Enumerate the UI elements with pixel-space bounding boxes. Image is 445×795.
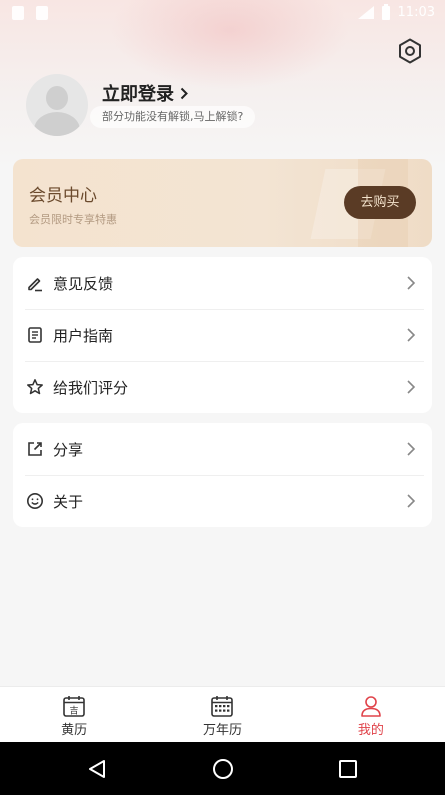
- user-icon: [361, 696, 381, 717]
- tab-perpetual-calendar[interactable]: 万年历: [148, 687, 296, 743]
- menu-item-label: 关于: [53, 492, 84, 511]
- guide-book-icon: [28, 327, 42, 343]
- chevron-right-icon: [407, 276, 416, 290]
- tab-label: 黄历: [61, 723, 88, 738]
- login-hint: 部分功能没有解锁,马上解锁?: [90, 106, 256, 128]
- android-navigation-bar: [0, 742, 445, 795]
- buy-button[interactable]: 去购买: [344, 186, 416, 219]
- chevron-right-icon: [407, 494, 416, 508]
- avatar[interactable]: [26, 74, 88, 136]
- recents-button[interactable]: [336, 757, 360, 781]
- member-title: 会员中心: [29, 186, 97, 206]
- menu-item-share[interactable]: 分享: [13, 423, 432, 475]
- home-circle-icon: [213, 759, 233, 779]
- tab-label: 万年历: [202, 723, 242, 738]
- avatar-head-shape: [46, 86, 68, 110]
- chevron-right-icon: [407, 442, 416, 456]
- member-subtitle: 会员限时专享特惠: [29, 213, 117, 226]
- menu-group-1: 意见反馈 用户指南 给我们评分: [13, 257, 432, 413]
- menu-item-feedback[interactable]: 意见反馈: [13, 257, 432, 309]
- notification-icons: [12, 6, 48, 20]
- menu-item-label: 分享: [53, 440, 84, 459]
- tab-mine[interactable]: 我的: [297, 687, 445, 743]
- tab-almanac[interactable]: 吉 黄历: [0, 687, 148, 743]
- star-icon: [27, 379, 43, 395]
- member-center-card[interactable]: 会员中心 会员限时专享特惠 去购买: [13, 159, 432, 247]
- chevron-right-icon: [407, 328, 416, 342]
- status-time: 11:03: [397, 5, 435, 20]
- menu-item-label: 意见反馈: [53, 274, 114, 293]
- menu-item-label: 给我们评分: [53, 378, 129, 397]
- settings-hexagon-icon: [399, 38, 421, 64]
- back-triangle-icon: [89, 760, 105, 778]
- settings-button[interactable]: [396, 37, 424, 65]
- login-link[interactable]: 立即登录: [102, 80, 188, 106]
- sim-card-icon: [12, 6, 24, 20]
- back-button[interactable]: [85, 757, 109, 781]
- home-button[interactable]: [211, 757, 235, 781]
- login-label: 立即登录: [102, 84, 174, 105]
- chevron-right-icon: [407, 380, 416, 394]
- menu-item-label: 用户指南: [53, 326, 114, 345]
- almanac-calendar-icon: 吉: [63, 696, 85, 717]
- signal-icon: [357, 6, 374, 19]
- tab-label: 我的: [357, 723, 384, 738]
- recents-square-icon: [339, 760, 357, 778]
- status-bar: 11:03: [0, 0, 445, 28]
- menu-item-user-guide[interactable]: 用户指南: [13, 309, 432, 361]
- menu-item-rate-us[interactable]: 给我们评分: [13, 361, 432, 413]
- bottom-navigation: 吉 黄历 万年历 我的: [0, 686, 445, 743]
- share-icon: [28, 442, 42, 456]
- status-right: 11:03: [357, 3, 435, 20]
- menu-item-about[interactable]: 关于: [13, 475, 432, 527]
- menu-group-2: 分享 关于: [13, 423, 432, 527]
- edit-icon: [28, 278, 42, 292]
- image-notification-icon: [36, 6, 48, 20]
- calendar-grid-icon: [211, 696, 234, 717]
- smile-icon: [27, 493, 43, 509]
- almanac-icon-text: 吉: [70, 706, 79, 717]
- battery-icon: [381, 3, 390, 20]
- chevron-right-icon: [180, 87, 188, 99]
- avatar-body-shape: [34, 112, 80, 136]
